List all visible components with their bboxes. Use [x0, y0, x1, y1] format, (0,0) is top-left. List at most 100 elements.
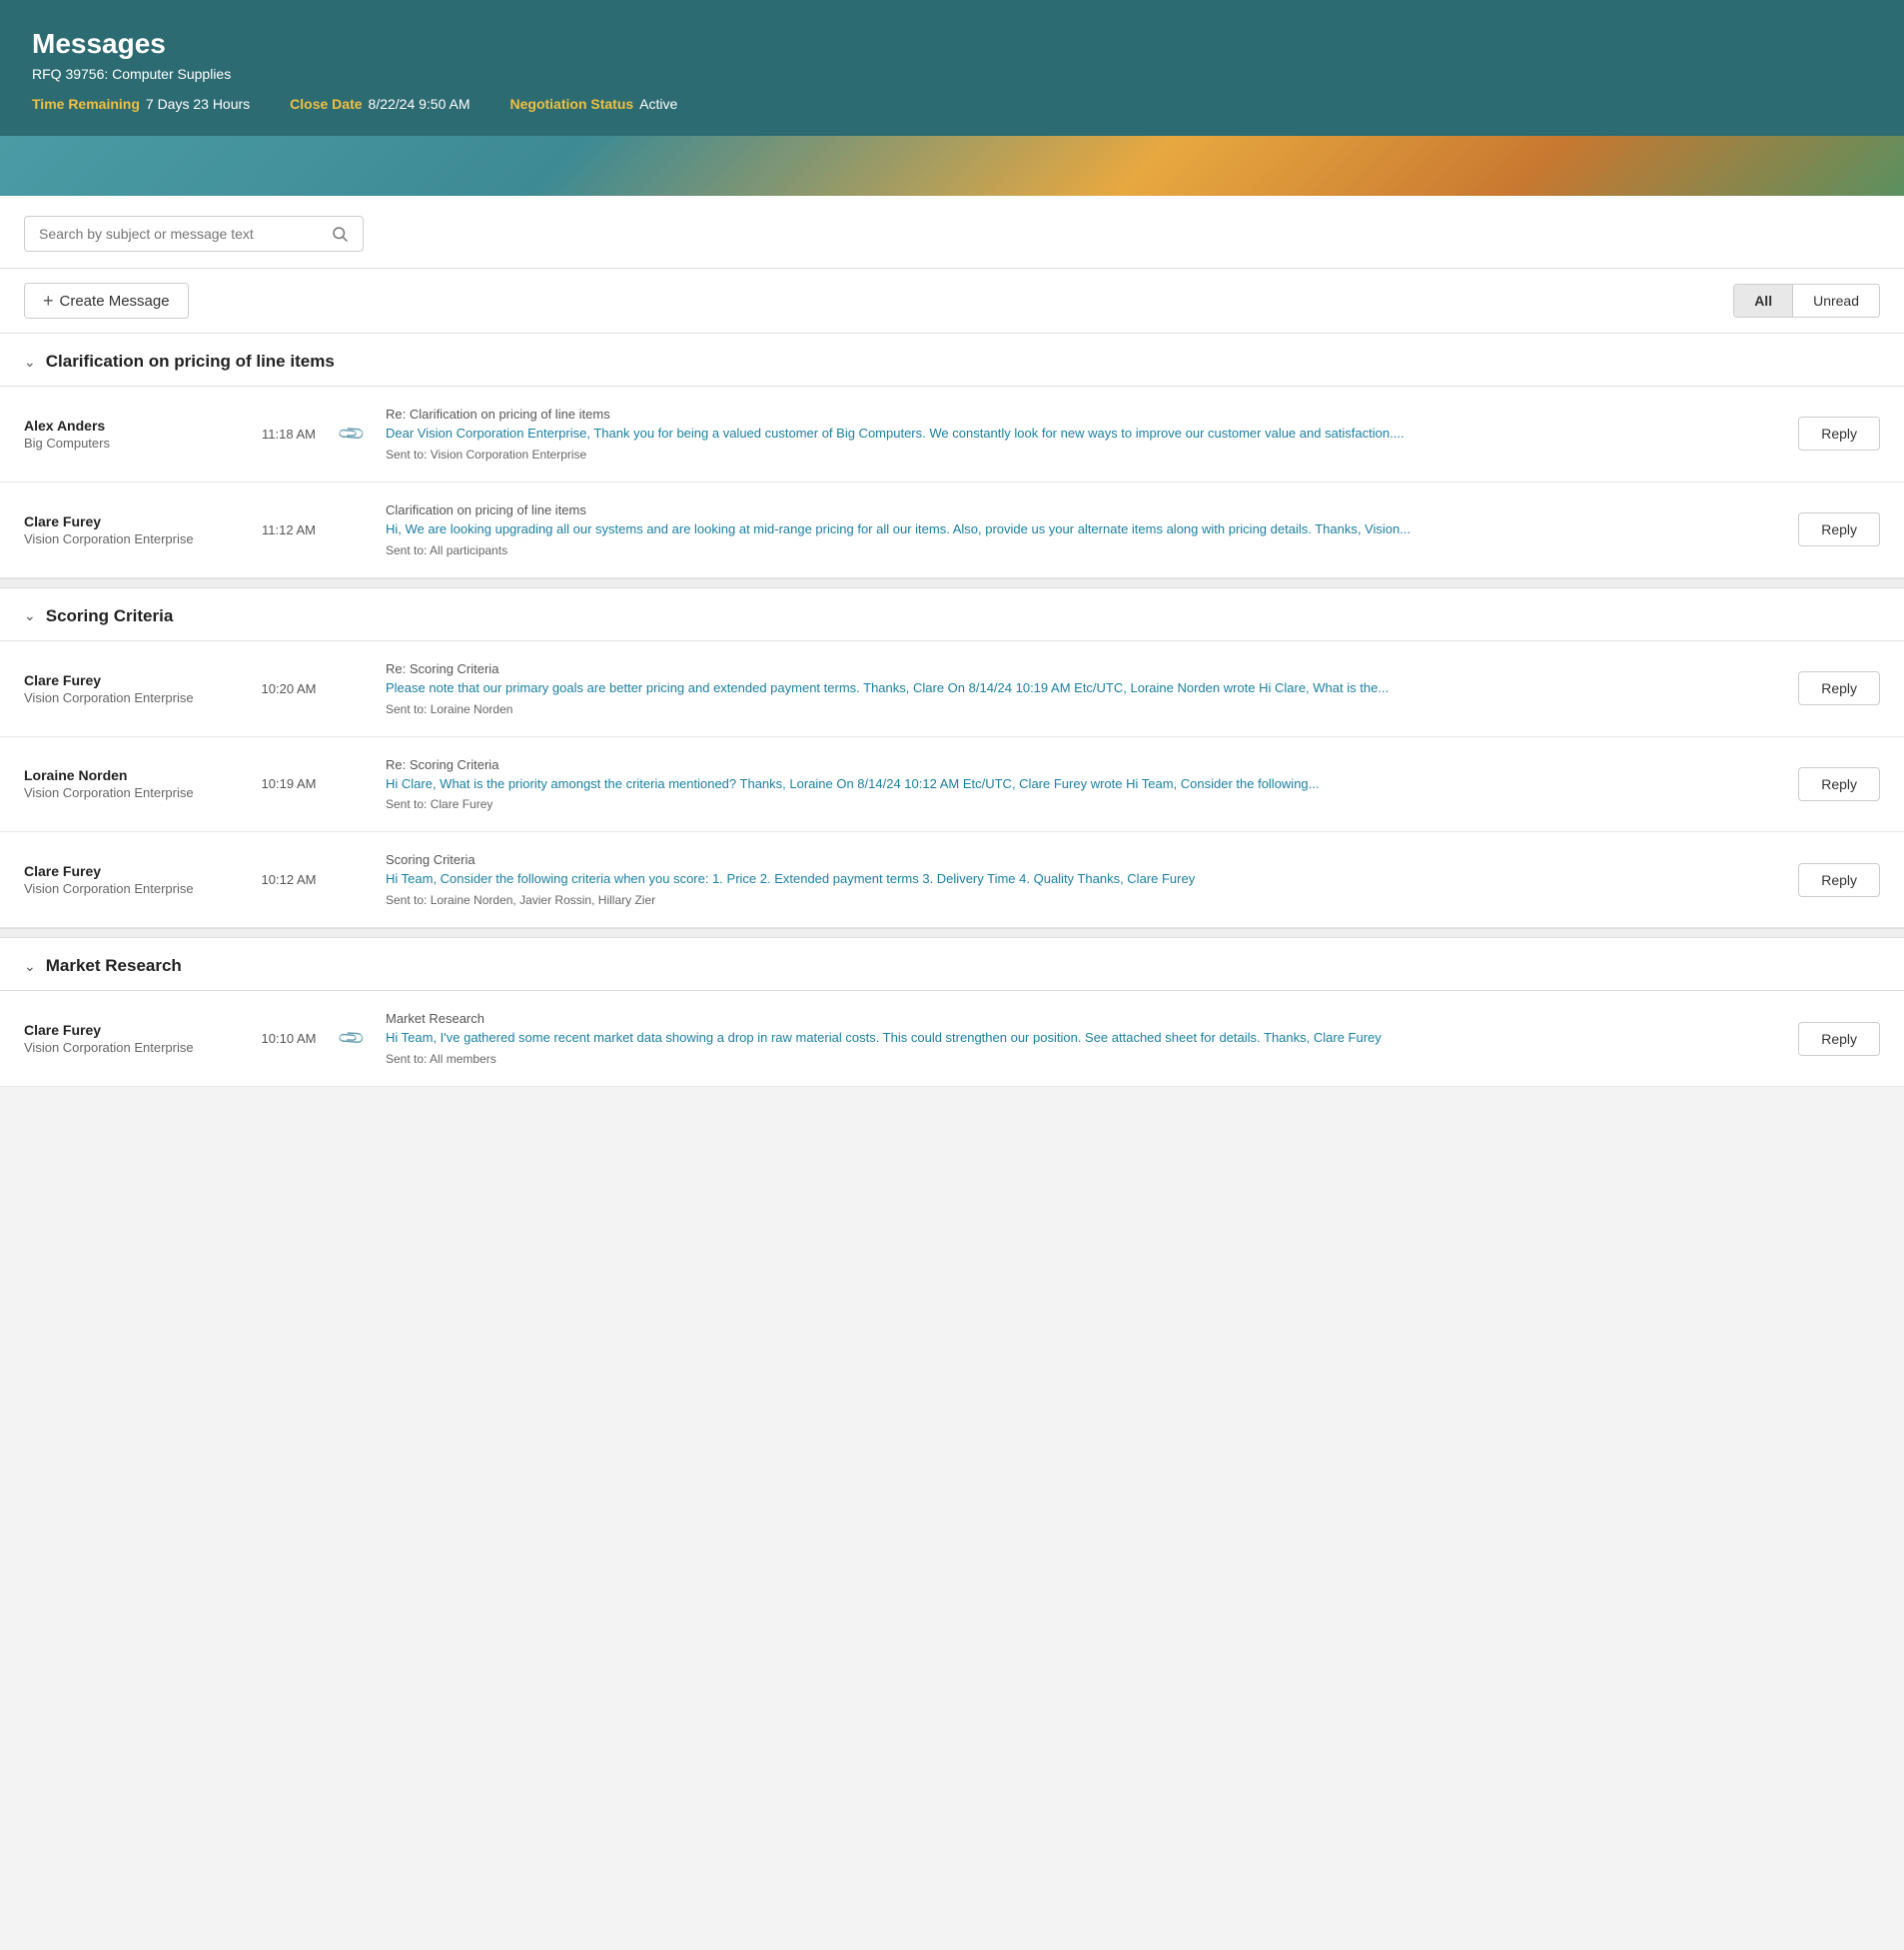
toolbar: + Create Message All Unread [0, 269, 1904, 334]
message-preview: Dear Vision Corporation Enterprise, Than… [386, 425, 1764, 444]
search-bar-container [0, 196, 1904, 269]
sender-col: Alex Anders Big Computers [24, 418, 244, 451]
filter-all-button[interactable]: All [1734, 285, 1792, 317]
message-preview: Hi Team, Consider the following criteria… [386, 870, 1764, 889]
search-input[interactable] [39, 226, 325, 242]
search-bar [24, 216, 364, 252]
main-content: + Create Message All Unread ⌄ Clarificat… [0, 196, 1904, 1087]
sender-name: Alex Anders [24, 418, 244, 434]
reply-col: Reply [1780, 417, 1880, 451]
message-content: Clarification on pricing of line items H… [370, 502, 1780, 557]
message-subject: Clarification on pricing of line items [386, 502, 1764, 517]
message-row: Alex Anders Big Computers 11:18 AM 📎 Re:… [0, 387, 1904, 483]
message-row: Clare Furey Vision Corporation Enterpris… [0, 641, 1904, 737]
group-header-1: ⌄ Scoring Criteria [0, 588, 1904, 641]
sender-org: Vision Corporation Enterprise [24, 785, 244, 800]
sender-org: Vision Corporation Enterprise [24, 531, 244, 546]
sender-name: Clare Furey [24, 863, 244, 879]
message-preview: Hi Team, I've gathered some recent marke… [386, 1029, 1764, 1048]
sender-org: Vision Corporation Enterprise [24, 1040, 244, 1055]
meta-label: Close Date [290, 96, 362, 112]
reply-button[interactable]: Reply [1798, 1022, 1880, 1056]
message-time: 11:12 AM [244, 522, 334, 537]
sender-name: Clare Furey [24, 513, 244, 529]
sender-org: Vision Corporation Enterprise [24, 881, 244, 896]
messages-container: ⌄ Clarification on pricing of line items… [0, 334, 1904, 1087]
reply-col: Reply [1780, 1022, 1880, 1056]
reply-col: Reply [1780, 863, 1880, 897]
sender-name: Clare Furey [24, 1022, 244, 1038]
decorative-banner [0, 136, 1904, 196]
chevron-icon[interactable]: ⌄ [24, 354, 36, 371]
message-time: 10:10 AM [244, 1031, 334, 1046]
group-title: Market Research [46, 956, 182, 976]
message-time: 10:20 AM [244, 681, 334, 696]
section-separator [0, 578, 1904, 588]
meta-value: 7 Days 23 Hours [146, 96, 250, 112]
create-message-label: Create Message [60, 293, 170, 310]
group-title: Clarification on pricing of line items [46, 352, 335, 372]
message-sent-to: Sent to: Loraine Norden, Javier Rossin, … [386, 893, 1764, 907]
message-preview: Hi, We are looking upgrading all our sys… [386, 520, 1764, 539]
message-time: 10:19 AM [244, 776, 334, 791]
group-header-2: ⌄ Market Research [0, 938, 1904, 991]
group-header-0: ⌄ Clarification on pricing of line items [0, 334, 1904, 387]
message-sent-to: Sent to: All participants [386, 543, 1764, 557]
message-content: Market Research Hi Team, I've gathered s… [370, 1011, 1780, 1066]
sender-col: Clare Furey Vision Corporation Enterpris… [24, 1022, 244, 1055]
message-row: Loraine Norden Vision Corporation Enterp… [0, 737, 1904, 833]
message-row: Clare Furey Vision Corporation Enterpris… [0, 991, 1904, 1087]
message-row: Clare Furey Vision Corporation Enterpris… [0, 483, 1904, 578]
message-row: Clare Furey Vision Corporation Enterpris… [0, 832, 1904, 928]
message-content: Re: Scoring Criteria Hi Clare, What is t… [370, 757, 1780, 812]
rfq-label: RFQ 39756: Computer Supplies [32, 66, 1872, 82]
reply-button[interactable]: Reply [1798, 512, 1880, 546]
chevron-icon[interactable]: ⌄ [24, 958, 36, 975]
reply-col: Reply [1780, 512, 1880, 546]
sender-name: Loraine Norden [24, 767, 244, 783]
section-separator [0, 928, 1904, 938]
filter-unread-button[interactable]: Unread [1792, 285, 1879, 317]
reply-button[interactable]: Reply [1798, 767, 1880, 801]
group-title: Scoring Criteria [46, 606, 174, 626]
chevron-icon[interactable]: ⌄ [24, 607, 36, 624]
message-subject: Scoring Criteria [386, 852, 1764, 867]
sender-col: Clare Furey Vision Corporation Enterpris… [24, 863, 244, 896]
sender-name: Clare Furey [24, 672, 244, 688]
attachment-col: 📎 [334, 1028, 370, 1049]
reply-button[interactable]: Reply [1798, 671, 1880, 705]
header-meta-item: Close Date 8/22/24 9:50 AM [290, 96, 470, 112]
meta-label: Time Remaining [32, 96, 140, 112]
page-title: Messages [32, 28, 1872, 60]
sender-col: Loraine Norden Vision Corporation Enterp… [24, 767, 244, 800]
meta-value: 8/22/24 9:50 AM [369, 96, 471, 112]
create-message-button[interactable]: + Create Message [24, 283, 189, 319]
attachment-col: 📎 [334, 424, 370, 445]
search-icon [331, 225, 349, 243]
reply-col: Reply [1780, 767, 1880, 801]
header-meta-item: Negotiation Status Active [510, 96, 678, 112]
attachment-icon: 📎 [337, 419, 368, 450]
page-header: Messages RFQ 39756: Computer Supplies Ti… [0, 0, 1904, 136]
plus-icon: + [43, 292, 54, 310]
message-subject: Re: Scoring Criteria [386, 757, 1764, 772]
message-content: Re: Scoring Criteria Please note that ou… [370, 661, 1780, 716]
message-subject: Re: Clarification on pricing of line ite… [386, 407, 1764, 422]
sender-col: Clare Furey Vision Corporation Enterpris… [24, 513, 244, 546]
sender-org: Big Computers [24, 436, 244, 451]
message-preview: Please note that our primary goals are b… [386, 679, 1764, 698]
message-time: 10:12 AM [244, 872, 334, 887]
message-content: Scoring Criteria Hi Team, Consider the f… [370, 852, 1780, 907]
filter-buttons: All Unread [1733, 284, 1880, 318]
message-content: Re: Clarification on pricing of line ite… [370, 407, 1780, 462]
sender-org: Vision Corporation Enterprise [24, 690, 244, 705]
message-sent-to: Sent to: Vision Corporation Enterprise [386, 448, 1764, 462]
reply-button[interactable]: Reply [1798, 863, 1880, 897]
reply-button[interactable]: Reply [1798, 417, 1880, 451]
meta-value: Active [639, 96, 677, 112]
sender-col: Clare Furey Vision Corporation Enterpris… [24, 672, 244, 705]
attachment-icon: 📎 [337, 1023, 368, 1054]
message-preview: Hi Clare, What is the priority amongst t… [386, 775, 1764, 794]
header-meta-item: Time Remaining 7 Days 23 Hours [32, 96, 250, 112]
message-sent-to: Sent to: Clare Furey [386, 797, 1764, 811]
